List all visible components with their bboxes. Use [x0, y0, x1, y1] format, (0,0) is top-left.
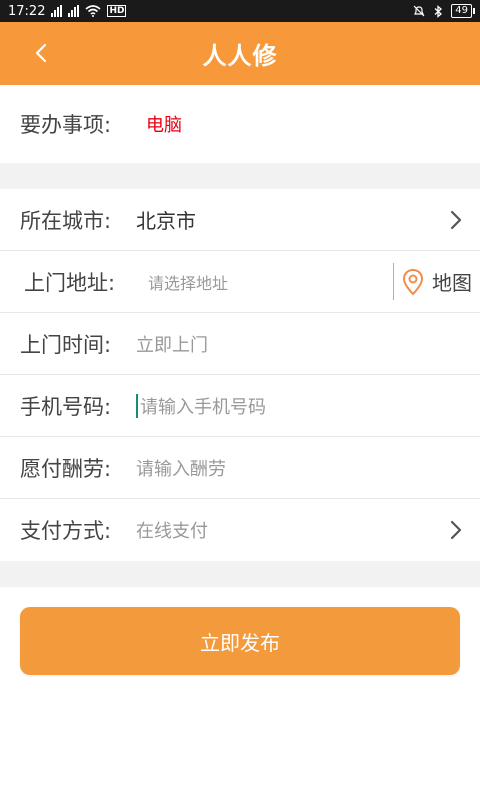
text-cursor: [136, 393, 138, 418]
battery-icon: 49: [451, 4, 475, 18]
map-label: 地图: [432, 271, 472, 295]
map-button[interactable]: 地图: [393, 263, 472, 300]
status-right: 49: [413, 4, 475, 18]
section-divider: [0, 163, 480, 189]
city-value: 北京市: [136, 209, 196, 233]
fee-input[interactable]: 请输入酬劳: [136, 455, 226, 481]
city-label: 所在城市:: [20, 208, 112, 233]
bluetooth-icon: [434, 4, 443, 18]
location-pin-icon: [402, 268, 424, 295]
time-label: 上门时间:: [20, 332, 112, 357]
wifi-icon: [85, 5, 101, 17]
hd-badge: HD: [107, 5, 127, 17]
phone-placeholder: 请输入手机号码: [140, 396, 266, 418]
payment-row[interactable]: 支付方式: 在线支付: [0, 499, 480, 561]
status-bar: 17:22 HD 49: [0, 0, 480, 22]
status-time: 17:22: [8, 3, 46, 19]
signal-icon-2: [68, 5, 80, 17]
status-left: 17:22 HD: [8, 3, 127, 19]
phone-input[interactable]: 请输入手机号码: [136, 393, 266, 419]
address-row[interactable]: 上门地址: 请选择地址 地图: [0, 251, 480, 313]
fee-row: 愿付酬劳: 请输入酬劳: [0, 437, 480, 499]
payment-value: 在线支付: [136, 521, 208, 542]
service-row: 要办事项: 电脑: [0, 85, 480, 163]
chevron-left-icon: [35, 43, 47, 63]
chevron-right-icon: [450, 520, 462, 540]
service-label: 要办事项:: [20, 113, 112, 137]
phone-label: 手机号码:: [20, 394, 112, 419]
city-row[interactable]: 所在城市: 北京市: [0, 189, 480, 251]
address-placeholder[interactable]: 请选择地址: [148, 270, 228, 294]
phone-row: 手机号码: 请输入手机号码: [0, 375, 480, 437]
fee-label: 愿付酬劳:: [20, 456, 112, 481]
time-row[interactable]: 上门时间: 立即上门: [0, 313, 480, 375]
signal-icon: [51, 5, 63, 17]
back-button[interactable]: [28, 40, 54, 66]
page-title: 人人修: [202, 42, 278, 70]
section-divider: [0, 561, 480, 587]
payment-label: 支付方式:: [20, 519, 112, 543]
action-area: 立即发布: [0, 587, 480, 695]
publish-button[interactable]: 立即发布: [20, 607, 460, 675]
chevron-right-icon: [450, 210, 462, 229]
address-label: 上门地址:: [24, 270, 116, 295]
service-value: 电脑: [146, 115, 182, 136]
app-bar: 人人修: [0, 22, 480, 85]
time-value: 立即上门: [136, 334, 208, 356]
mute-bell-icon: [413, 5, 425, 17]
